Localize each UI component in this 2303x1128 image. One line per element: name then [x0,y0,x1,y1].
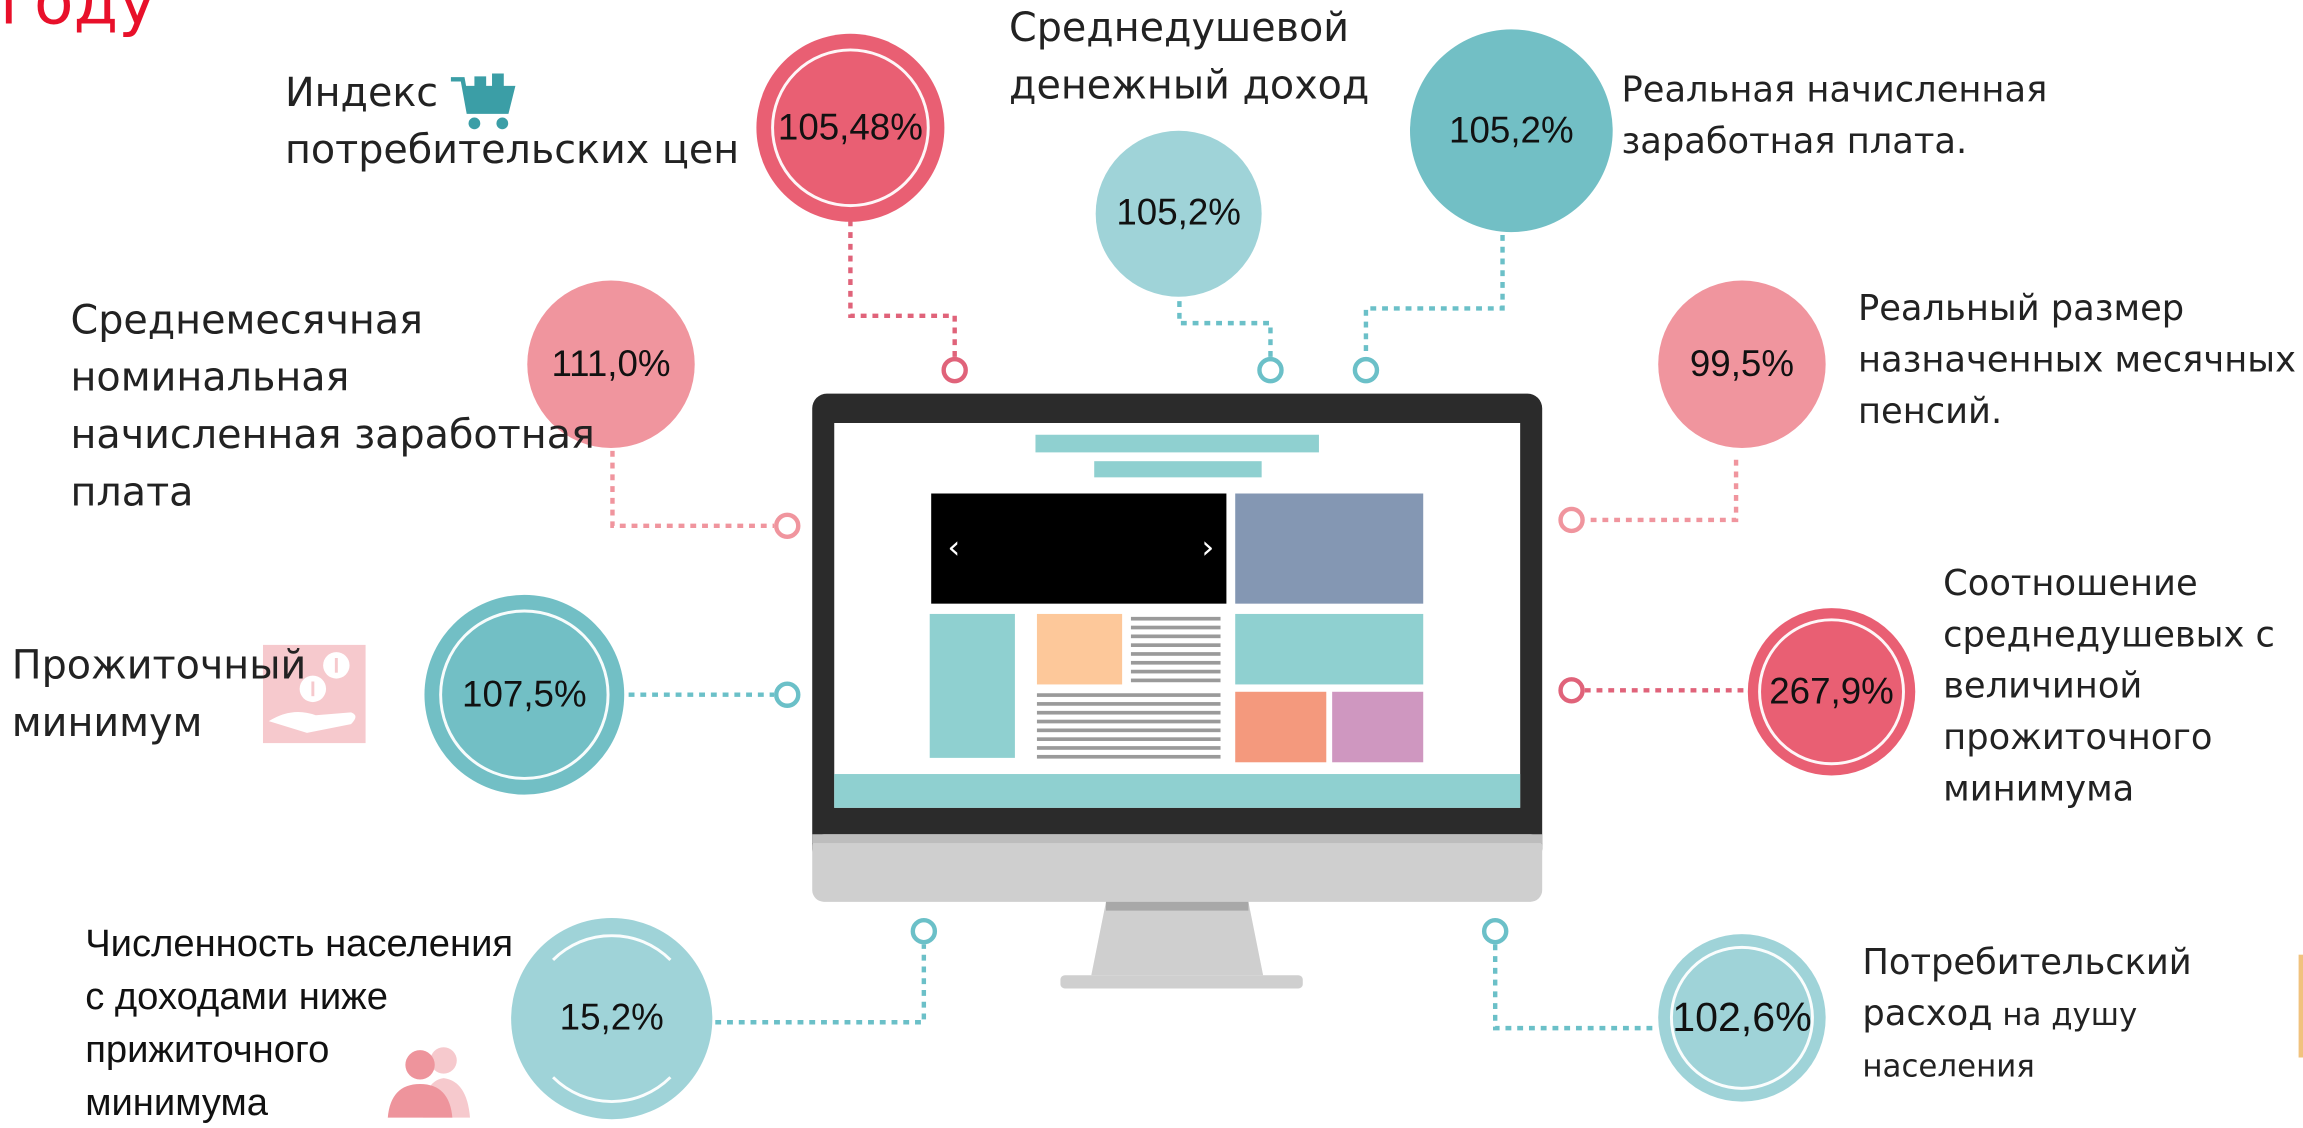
value-circle-consumer: 102,6% [1658,934,1825,1101]
connector-cpi [850,220,954,357]
connector-nominal-wage [612,451,774,526]
infographic: году [0,0,2303,1118]
value-income: 105,2% [1116,192,1241,235]
label-nominal-wage: Среднемесячная номинальная начисленная з… [71,292,595,521]
slider-arrow-right: › [1201,528,1214,566]
value-cpi: 105,48% [778,106,923,149]
value-circle-subsistence: 107,5% [424,595,624,795]
label-ratio: Соотношение среднедушевых с величиной пр… [1943,558,2275,815]
value-poverty: 15,2% [560,997,664,1040]
value-consumer: 102,6% [1672,994,1811,1041]
value-circle-pension: 99,5% [1658,281,1825,448]
node-income [1259,359,1281,381]
value-circle-cpi: 105,48% [756,34,944,222]
node-nominal-wage [776,515,798,537]
label-income: Среднедушевой денежный доход [1009,0,1369,115]
node-pension [1561,509,1583,531]
label-real-wage: Реальная начисленная заработная плата. [1622,65,2048,168]
node-subsistence [776,684,798,706]
value-subsistence: 107,5% [462,673,587,716]
connector-pension [1585,460,1736,520]
monitor-illustration: ‹ › [808,391,1545,993]
value-circle-income: 105,2% [1096,131,1262,297]
value-real-wage: 105,2% [1449,109,1574,152]
node-ratio [1561,679,1583,701]
value-circle-poverty: 15,2% [511,918,712,1119]
value-circle-real-wage: 105,2% [1410,29,1613,232]
people-icon [385,1043,473,1118]
connector-real-wage [1366,235,1503,357]
label-pension: Реальный размер назначенных месячных пен… [1858,283,2296,437]
value-ratio: 267,9% [1769,670,1894,713]
accent-bar [2299,955,2303,1058]
node-cpi [944,359,966,381]
label-subsistence: Прожиточный минимум [12,637,307,752]
value-circle-ratio: 267,9% [1748,608,1915,775]
slider-arrow-left: ‹ [947,528,960,566]
connector-income [1179,301,1270,357]
label-consumer: Потребительский расход на душу населения [1862,937,2191,1093]
node-real-wage [1355,359,1377,381]
value-pension: 99,5% [1690,343,1794,386]
shopping-cart-icon [448,73,519,135]
